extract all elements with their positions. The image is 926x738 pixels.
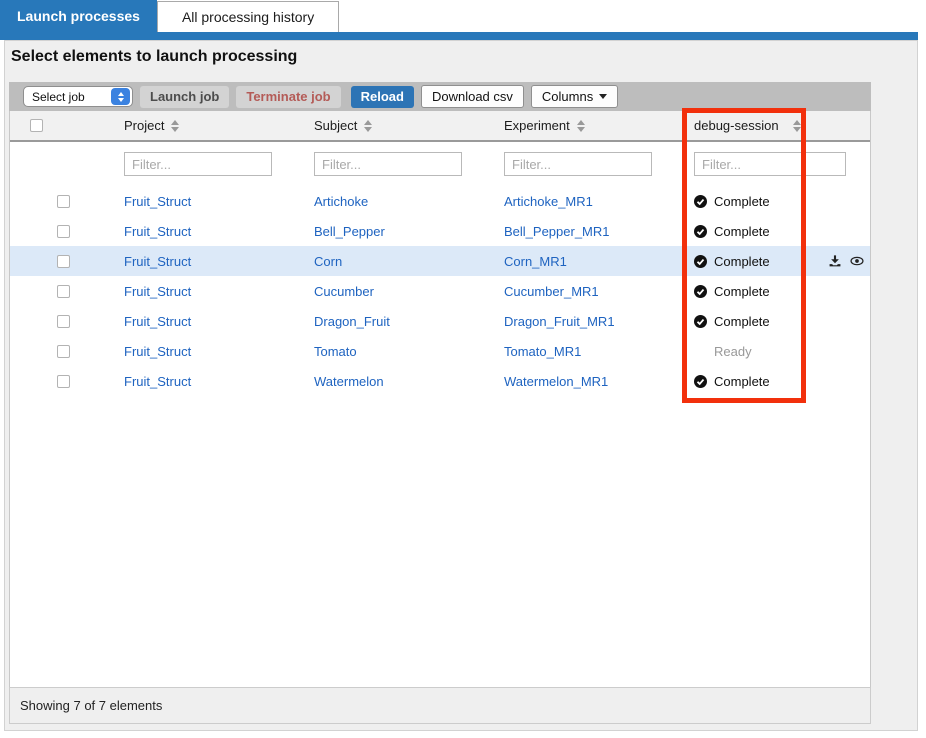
status-badge: Complete — [714, 284, 770, 299]
filter-input-debug-session[interactable] — [694, 152, 846, 176]
tab-bar: Launch processes All processing history — [0, 0, 339, 32]
check-circle-icon — [694, 225, 707, 238]
project-link[interactable]: Fruit_Struct — [124, 344, 191, 359]
check-circle-icon — [694, 315, 707, 328]
launch-job-button[interactable]: Launch job — [140, 86, 229, 108]
row-checkbox[interactable] — [57, 315, 70, 328]
active-tab-underline — [0, 32, 918, 40]
experiment-link[interactable]: Watermelon_MR1 — [504, 374, 608, 389]
page-title: Select elements to launch processing — [11, 48, 297, 66]
select-all-checkbox[interactable] — [30, 119, 43, 132]
column-header-subject: Subject — [314, 118, 357, 133]
subject-link[interactable]: Watermelon — [314, 374, 384, 389]
project-link[interactable]: Fruit_Struct — [124, 254, 191, 269]
check-circle-icon — [694, 255, 707, 268]
check-circle-icon — [694, 375, 707, 388]
filter-row — [10, 142, 870, 186]
project-link[interactable]: Fruit_Struct — [124, 314, 191, 329]
reload-button[interactable]: Reload — [351, 86, 414, 108]
status-badge: Complete — [714, 224, 770, 239]
subject-link[interactable]: Tomato — [314, 344, 357, 359]
row-count-summary: Showing 7 of 7 elements — [20, 698, 162, 713]
job-select-value: Select job — [24, 90, 111, 104]
check-circle-icon — [694, 285, 707, 298]
column-header-debug-session: debug-session — [694, 118, 779, 133]
status-badge: Ready — [714, 344, 752, 359]
filter-input-subject[interactable] — [314, 152, 462, 176]
sort-icon[interactable] — [171, 120, 179, 132]
toolbar: Select job Launch job Terminate job Relo… — [9, 82, 871, 111]
row-checkbox[interactable] — [57, 285, 70, 298]
subject-link[interactable]: Artichoke — [314, 194, 368, 209]
project-link[interactable]: Fruit_Struct — [124, 194, 191, 209]
project-link[interactable]: Fruit_Struct — [124, 374, 191, 389]
eye-icon[interactable] — [850, 254, 864, 268]
row-checkbox[interactable] — [57, 255, 70, 268]
columns-dropdown-label: Columns — [542, 89, 593, 104]
table-row: Fruit_Struct Corn Corn_MR1 Complete — [10, 246, 870, 276]
table-row: Fruit_Struct Dragon_Fruit Dragon_Fruit_M… — [10, 306, 870, 336]
column-header-project: Project — [124, 118, 164, 133]
caret-down-icon — [599, 94, 607, 99]
table-header-row: Project Subject Experiment debug-session — [10, 111, 870, 142]
experiment-link[interactable]: Bell_Pepper_MR1 — [504, 224, 610, 239]
project-link[interactable]: Fruit_Struct — [124, 224, 191, 239]
row-checkbox[interactable] — [57, 375, 70, 388]
sort-icon[interactable] — [577, 120, 585, 132]
launch-processing-panel: Select elements to launch processing Sel… — [4, 40, 918, 731]
job-select[interactable]: Select job — [23, 86, 133, 107]
project-link[interactable]: Fruit_Struct — [124, 284, 191, 299]
status-badge: Complete — [714, 194, 770, 209]
experiment-link[interactable]: Tomato_MR1 — [504, 344, 581, 359]
subject-link[interactable]: Corn — [314, 254, 342, 269]
check-circle-icon — [694, 195, 707, 208]
table-row: Fruit_Struct Bell_Pepper Bell_Pepper_MR1… — [10, 216, 870, 246]
elements-table: Project Subject Experiment debug-session — [9, 111, 871, 688]
tab-all-processing-history[interactable]: All processing history — [157, 1, 339, 32]
filter-input-project[interactable] — [124, 152, 272, 176]
download-csv-button[interactable]: Download csv — [421, 85, 524, 108]
row-checkbox[interactable] — [57, 225, 70, 238]
subject-link[interactable]: Dragon_Fruit — [314, 314, 390, 329]
terminate-job-button[interactable]: Terminate job — [236, 86, 340, 108]
columns-dropdown-button[interactable]: Columns — [531, 85, 618, 108]
row-checkbox[interactable] — [57, 345, 70, 358]
experiment-link[interactable]: Artichoke_MR1 — [504, 194, 593, 209]
experiment-link[interactable]: Cucumber_MR1 — [504, 284, 599, 299]
table-row: Fruit_Struct Watermelon Watermelon_MR1 C… — [10, 366, 870, 396]
experiment-link[interactable]: Corn_MR1 — [504, 254, 567, 269]
tab-launch-processes[interactable]: Launch processes — [0, 0, 157, 32]
table-row: Fruit_Struct Tomato Tomato_MR1 Ready — [10, 336, 870, 366]
table-row: Fruit_Struct Cucumber Cucumber_MR1 Compl… — [10, 276, 870, 306]
status-badge: Complete — [714, 314, 770, 329]
table-row: Fruit_Struct Artichoke Artichoke_MR1 Com… — [10, 186, 870, 216]
table-footer: Showing 7 of 7 elements — [9, 687, 871, 724]
filter-input-experiment[interactable] — [504, 152, 652, 176]
experiment-link[interactable]: Dragon_Fruit_MR1 — [504, 314, 615, 329]
column-header-experiment: Experiment — [504, 118, 570, 133]
subject-link[interactable]: Bell_Pepper — [314, 224, 385, 239]
status-badge: Complete — [714, 374, 770, 389]
sort-icon[interactable] — [793, 120, 801, 132]
subject-link[interactable]: Cucumber — [314, 284, 374, 299]
tab-label: All processing history — [182, 9, 314, 25]
status-badge: Complete — [714, 254, 770, 269]
download-icon[interactable] — [828, 254, 842, 268]
select-stepper-icon — [111, 88, 130, 105]
sort-icon[interactable] — [364, 120, 372, 132]
tab-label: Launch processes — [17, 8, 140, 24]
row-checkbox[interactable] — [57, 195, 70, 208]
